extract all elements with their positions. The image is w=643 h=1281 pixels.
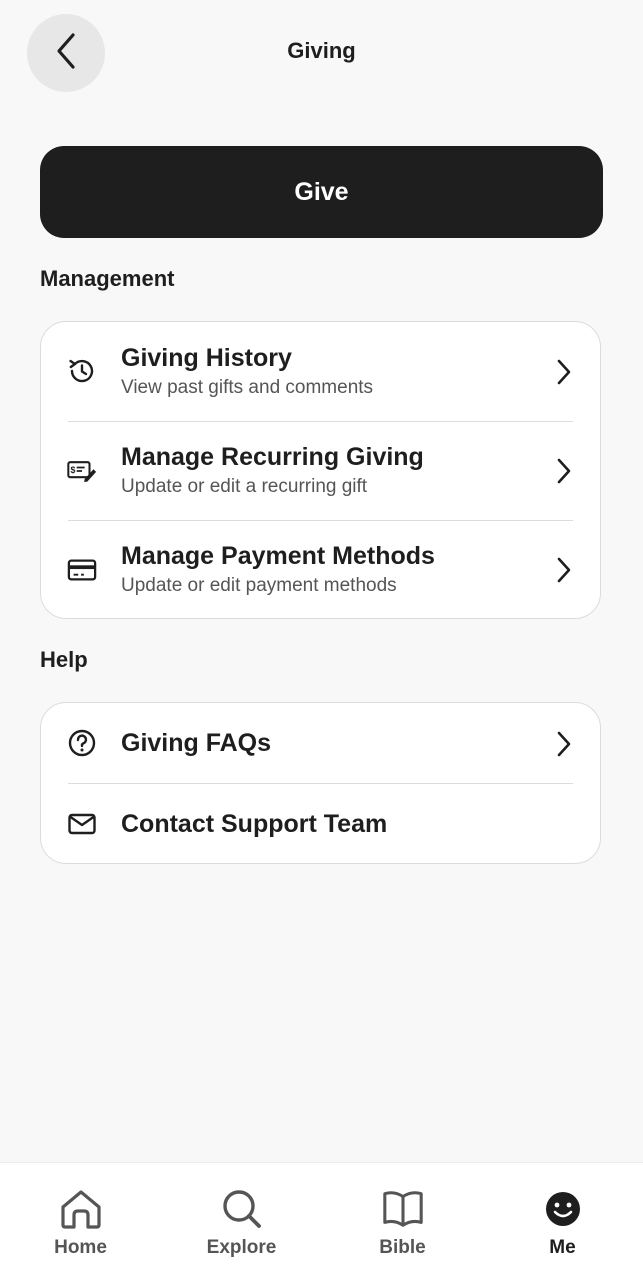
tab-explore[interactable]: Explore	[161, 1163, 322, 1281]
manage-recurring-giving-title: Manage Recurring Giving	[121, 443, 424, 471]
tab-me[interactable]: Me	[482, 1163, 643, 1281]
tab-home[interactable]: Home	[0, 1163, 161, 1281]
giving-faqs-title: Giving FAQs	[121, 729, 272, 757]
page-title: Giving	[287, 38, 356, 63]
manage-payment-methods-item[interactable]: Manage Payment Methods Update or edit pa…	[41, 521, 600, 618]
manage-payment-methods-subtitle: Update or edit payment methods	[121, 575, 397, 596]
search-icon	[220, 1187, 264, 1231]
giving-history-title: Giving History	[121, 344, 292, 372]
smiley-icon	[541, 1187, 585, 1231]
svg-text:$: $	[71, 465, 76, 475]
chevron-right-icon	[554, 556, 574, 584]
mail-icon	[67, 809, 97, 839]
help-card: Giving FAQs Contact Support Team	[40, 702, 601, 864]
giving-history-item[interactable]: Giving History View past gifts and comme…	[41, 322, 600, 421]
help-heading: Help	[40, 647, 88, 672]
giving-faqs-item[interactable]: Giving FAQs	[41, 703, 600, 783]
header: Giving	[0, 0, 643, 110]
manage-recurring-giving-subtitle: Update or edit a recurring gift	[121, 476, 368, 497]
question-circle-icon	[67, 728, 97, 758]
manage-payment-methods-title: Manage Payment Methods	[121, 542, 435, 570]
chevron-right-icon	[554, 457, 574, 485]
chevron-right-icon	[554, 358, 574, 386]
giving-history-subtitle: View past gifts and comments	[121, 377, 374, 398]
home-icon	[59, 1187, 103, 1231]
check-edit-icon: $	[67, 456, 97, 486]
management-card: Giving History View past gifts and comme…	[40, 321, 601, 619]
history-icon	[67, 356, 97, 386]
contact-support-title: Contact Support Team	[121, 810, 388, 838]
tab-home-label: Home	[54, 1237, 107, 1258]
tab-bible[interactable]: Bible	[322, 1163, 483, 1281]
management-heading: Management	[40, 266, 175, 291]
give-button[interactable]: Give	[40, 146, 603, 238]
tab-explore-label: Explore	[206, 1237, 277, 1258]
manage-recurring-giving-item[interactable]: $ Manage Recurring Giving Update or edit…	[41, 422, 600, 520]
credit-card-icon	[67, 555, 97, 585]
book-icon	[381, 1187, 425, 1231]
tab-bible-label: Bible	[379, 1237, 426, 1258]
tab-me-label: Me	[549, 1237, 576, 1258]
contact-support-item[interactable]: Contact Support Team	[41, 784, 600, 864]
tab-bar: Home Explore Bible Me	[0, 1162, 643, 1281]
chevron-right-icon	[554, 730, 574, 758]
